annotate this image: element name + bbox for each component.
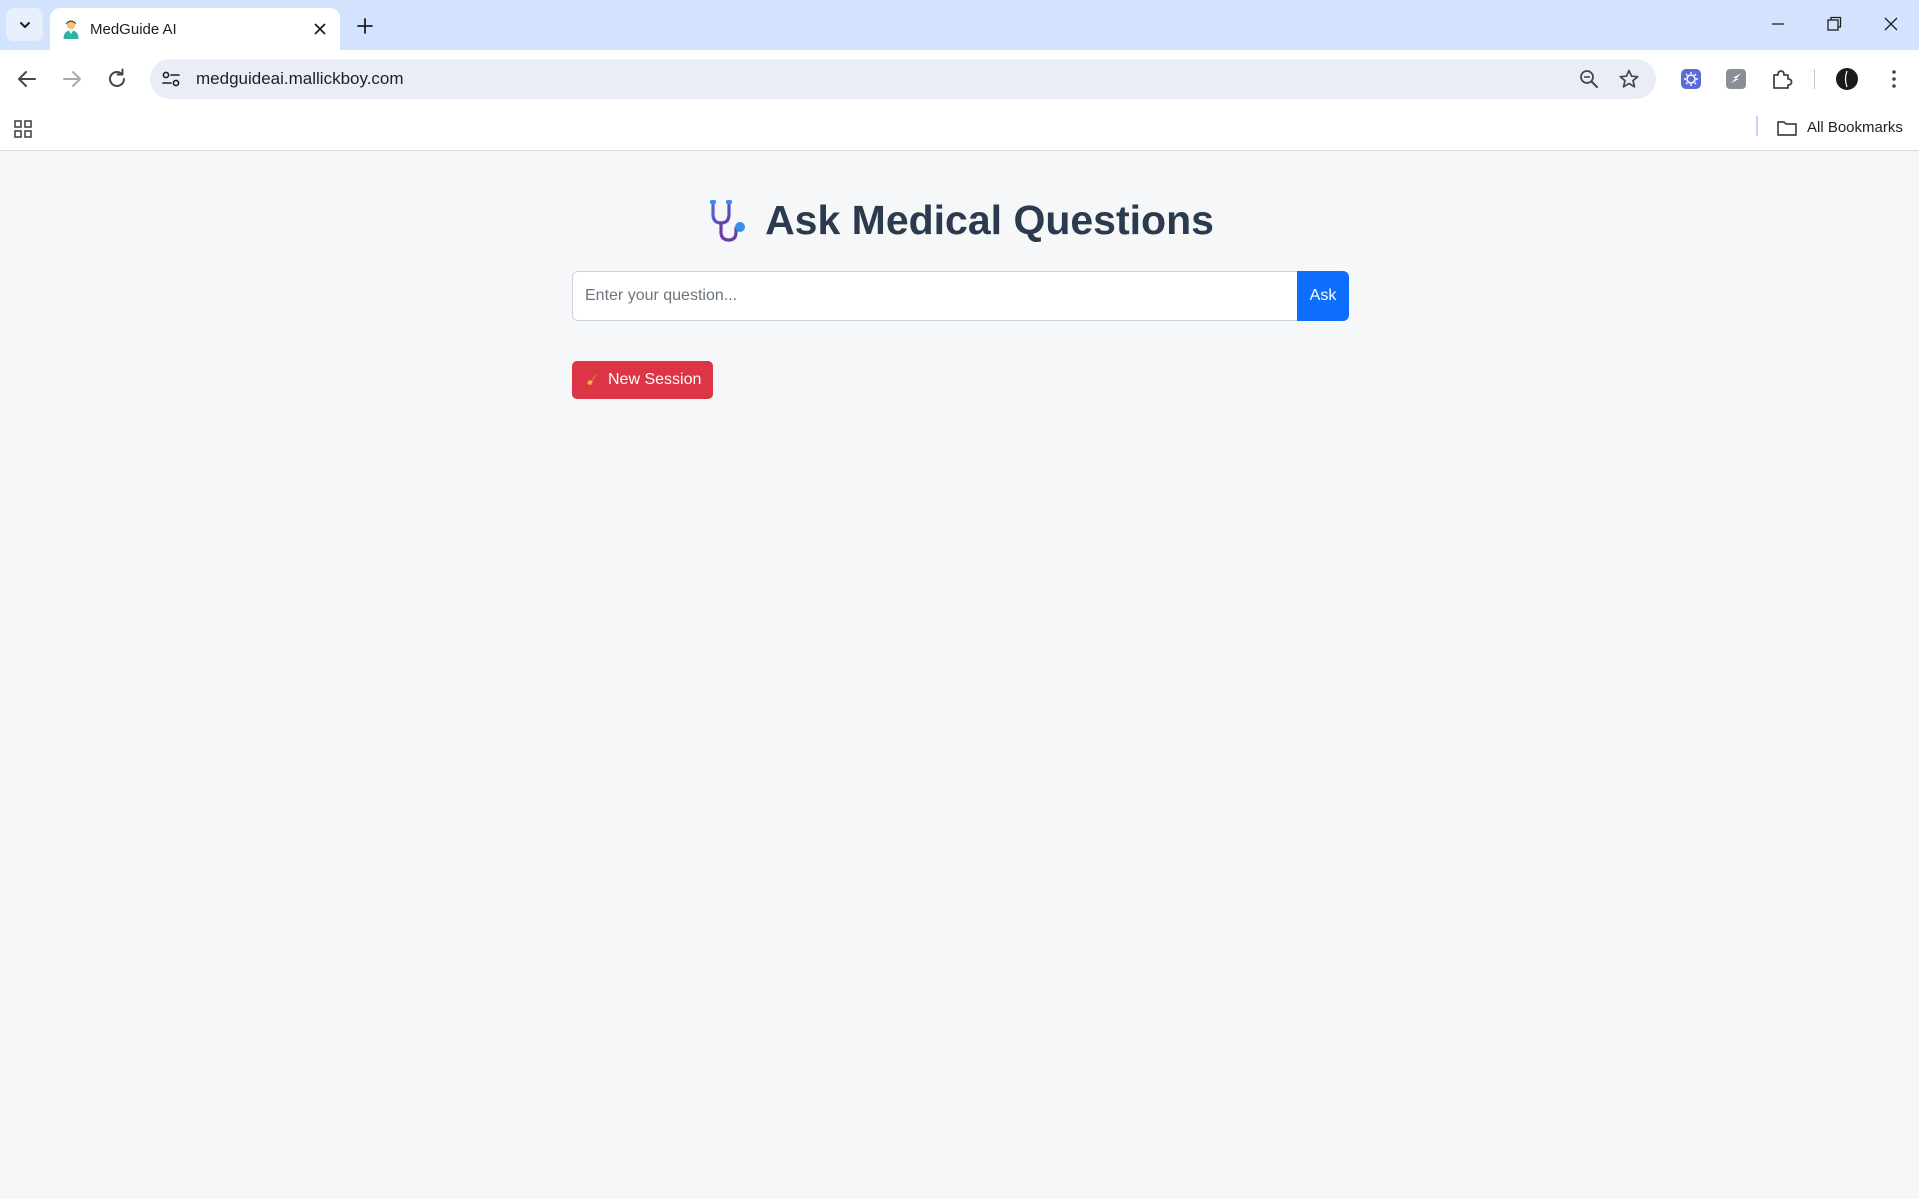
all-bookmarks-button[interactable]: All Bookmarks: [1807, 119, 1903, 136]
puzzle-icon[interactable]: [1770, 67, 1794, 91]
doctor-favicon-icon: [63, 20, 79, 39]
tab-title: MedGuide AI: [90, 21, 177, 38]
more-icon[interactable]: [1882, 67, 1906, 91]
apps-icon[interactable]: [13, 119, 33, 139]
page-title: Ask Medical Questions: [765, 197, 1214, 243]
toolbar-divider: [1814, 69, 1815, 89]
site-info-icon[interactable]: [160, 69, 182, 89]
bookmarks-bar: All Bookmarks: [0, 106, 1919, 151]
extension-icon[interactable]: [1724, 67, 1748, 91]
restore-icon[interactable]: [1824, 14, 1844, 34]
reload-icon[interactable]: [105, 67, 129, 91]
new-tab-icon[interactable]: [354, 15, 376, 37]
page-heading: Ask Medical Questions: [0, 197, 1919, 244]
broom-icon: [587, 374, 597, 385]
forward-icon[interactable]: [60, 67, 84, 91]
zoom-icon[interactable]: [1578, 68, 1600, 90]
extension-icon[interactable]: [1679, 67, 1703, 91]
back-icon[interactable]: [15, 67, 39, 91]
window-close-icon[interactable]: [1881, 14, 1901, 34]
chevron-down-icon: [19, 21, 30, 28]
minimize-icon[interactable]: [1768, 14, 1788, 34]
bookmark-star-icon[interactable]: [1618, 68, 1640, 90]
address-bar[interactable]: medguideai.mallickboy.com: [150, 59, 1656, 99]
browser-tab[interactable]: MedGuide AI: [50, 8, 340, 50]
bookmarks-divider: [1756, 116, 1758, 136]
page-content: Ask Medical Questions Ask New Session: [0, 151, 1919, 1199]
question-form: Ask: [572, 271, 1349, 321]
tab-search-button[interactable]: [6, 8, 43, 41]
browser-toolbar: medguideai.mallickboy.com: [0, 50, 1919, 106]
new-session-button[interactable]: New Session: [572, 361, 714, 399]
ask-button[interactable]: Ask: [1297, 271, 1349, 321]
tab-strip: MedGuide AI: [0, 0, 1919, 50]
url-text[interactable]: medguideai.mallickboy.com: [196, 69, 404, 89]
close-tab-icon[interactable]: [312, 21, 328, 37]
folder-icon[interactable]: [1776, 118, 1798, 138]
stethoscope-icon: [710, 199, 746, 242]
profile-avatar[interactable]: [1835, 67, 1859, 91]
new-session-label: New Session: [608, 371, 702, 388]
question-input[interactable]: [572, 271, 1299, 321]
